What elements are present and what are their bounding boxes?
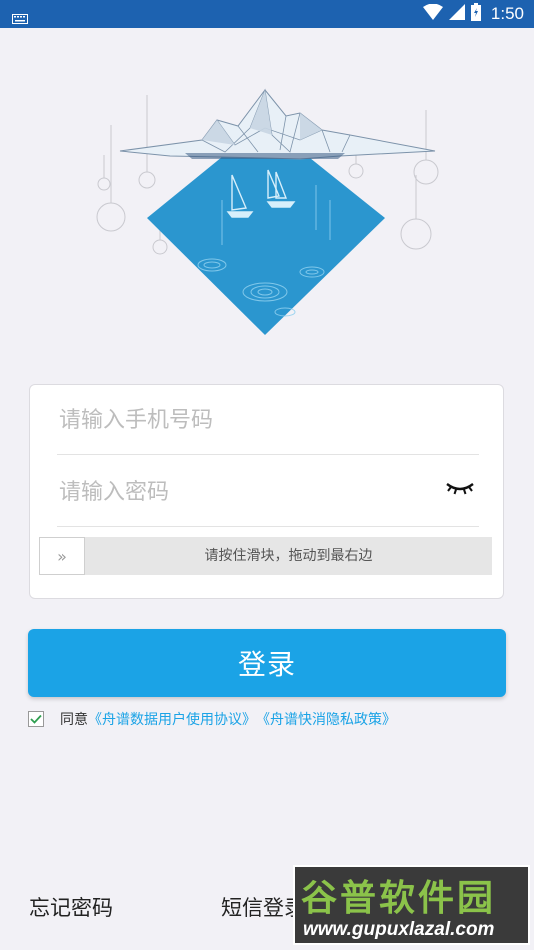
battery-icon xyxy=(470,3,481,25)
slide-captcha[interactable]: » 请按住滑块，拖动到最右边 xyxy=(39,537,492,575)
check-icon xyxy=(30,714,42,724)
watermark-title: 谷普软件园 xyxy=(301,878,497,919)
agreement-row: 同意 《舟谱数据用户使用协议》 《舟谱快消隐私政策》 xyxy=(28,709,396,729)
password-visibility-toggle-icon[interactable] xyxy=(445,481,475,501)
forgot-password-link[interactable]: 忘记密码 xyxy=(29,892,113,922)
login-form-card: » 请按住滑块，拖动到最右边 xyxy=(29,384,504,599)
privacy-policy-link[interactable]: 《舟谱快消隐私政策》 xyxy=(256,709,396,729)
login-button[interactable]: 登录 xyxy=(28,629,506,697)
status-bar: 1:50 xyxy=(0,0,534,28)
watermark-url: www.gupuxlazal.com xyxy=(303,919,495,940)
status-time: 1:50 xyxy=(490,4,524,23)
password-input[interactable] xyxy=(57,457,441,527)
slider-handle[interactable]: » xyxy=(39,537,85,575)
user-agreement-link[interactable]: 《舟谱数据用户使用协议》 xyxy=(88,709,256,729)
hero-illustration xyxy=(90,80,450,350)
keyboard-icon xyxy=(12,9,28,28)
signal-icon xyxy=(448,4,465,24)
wifi-icon xyxy=(422,3,443,24)
agreement-prefix: 同意 xyxy=(60,712,88,728)
phone-input[interactable] xyxy=(57,385,441,455)
slider-hint-text: 请按住滑块，拖动到最右边 xyxy=(204,548,373,564)
watermark-logo: 谷普软件园 www.gupuxlazal.com xyxy=(293,865,530,945)
password-field xyxy=(57,457,479,527)
agreement-checkbox[interactable] xyxy=(28,711,44,727)
phone-field xyxy=(57,385,479,455)
double-chevron-right-icon: » xyxy=(57,546,67,566)
